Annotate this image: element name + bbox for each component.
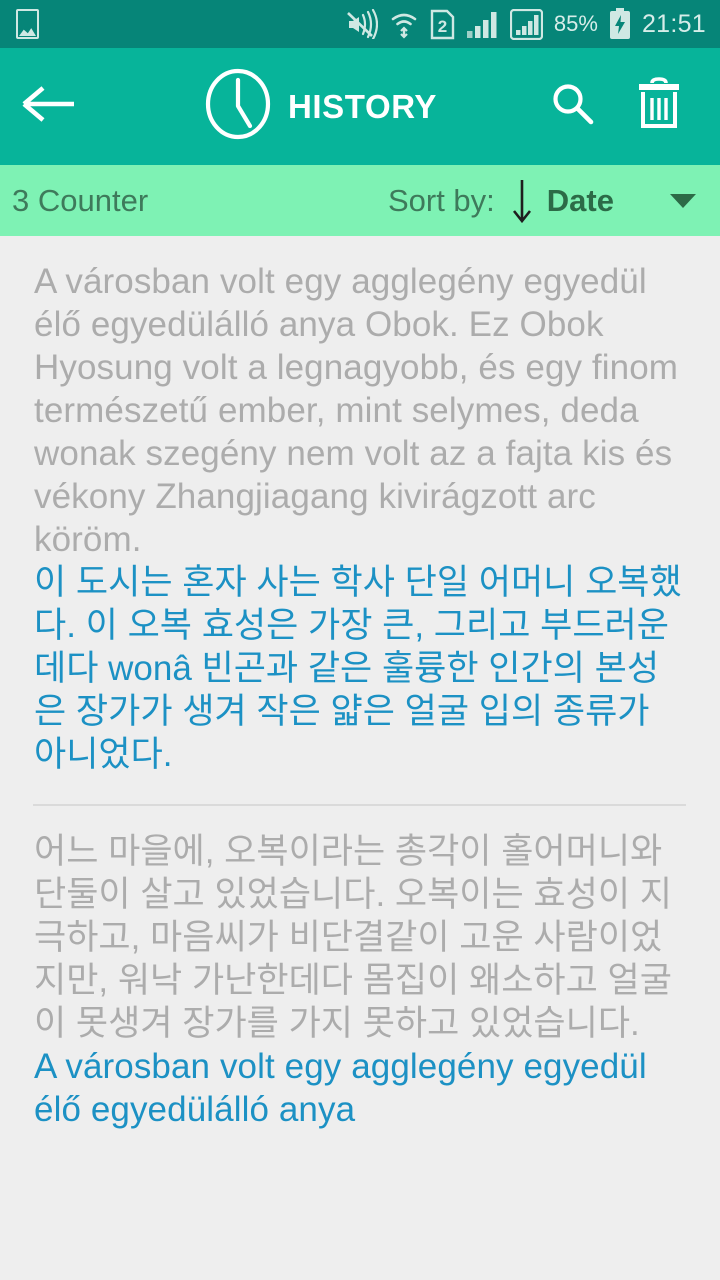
sim2-icon: 2 [430,9,455,40]
chevron-down-icon[interactable] [668,191,698,211]
app-bar-title-group: HISTORY [100,68,542,145]
signal-2-icon [509,8,543,40]
history-screen: 2 85% 21:51 HISTORY 3 Counter Sort by: D… [0,0,720,1280]
status-bar-left [16,9,39,39]
app-bar-actions [542,48,720,165]
status-bar-clock: 21:51 [641,9,706,38]
battery-percent: 85% [553,11,598,36]
wifi-icon [389,9,419,39]
delete-button[interactable] [628,48,690,165]
history-list[interactable]: A városban volt egy agglegény egyedül él… [0,236,720,1280]
history-item[interactable]: 어느 마을에, 오복이라는 총각이 홀어머니와 단둘이 살고 있었습니다. 오복… [0,806,720,1141]
gallery-icon [16,9,39,39]
target-text: A városban volt egy agglegény egyedül él… [34,1047,647,1129]
clock-icon [205,68,271,145]
sort-control[interactable]: Sort by: Date [388,178,698,224]
signal-1-icon [466,9,499,39]
status-bar: 2 85% 21:51 [0,0,720,48]
mute-icon [346,9,378,39]
app-bar: HISTORY [0,48,720,165]
arrow-down-icon[interactable] [509,178,535,224]
history-item[interactable]: A városban volt egy agglegény egyedül él… [0,236,720,786]
back-button[interactable] [0,48,100,165]
search-icon [549,80,597,133]
page-title: HISTORY [287,87,438,125]
counter-label: 3 Counter [12,182,149,218]
source-text: A városban volt egy agglegény egyedül él… [34,262,679,559]
battery-charging-icon [609,8,631,40]
target-text: 이 도시는 혼자 사는 학사 단일 어머니 오복했다. 이 오복 효성은 가장 … [34,563,682,774]
search-button[interactable] [542,48,604,165]
sort-value[interactable]: Date [547,183,614,219]
sort-by-label: Sort by: [387,182,495,218]
status-bar-right: 2 85% 21:51 [346,8,706,40]
arrow-left-icon [22,84,78,129]
trash-icon [635,76,683,137]
sort-bar: 3 Counter Sort by: Date [0,165,720,236]
svg-text:2: 2 [438,17,447,36]
source-text: 어느 마을에, 오복이라는 총각이 홀어머니와 단둘이 살고 있었습니다. 오복… [34,832,672,1043]
